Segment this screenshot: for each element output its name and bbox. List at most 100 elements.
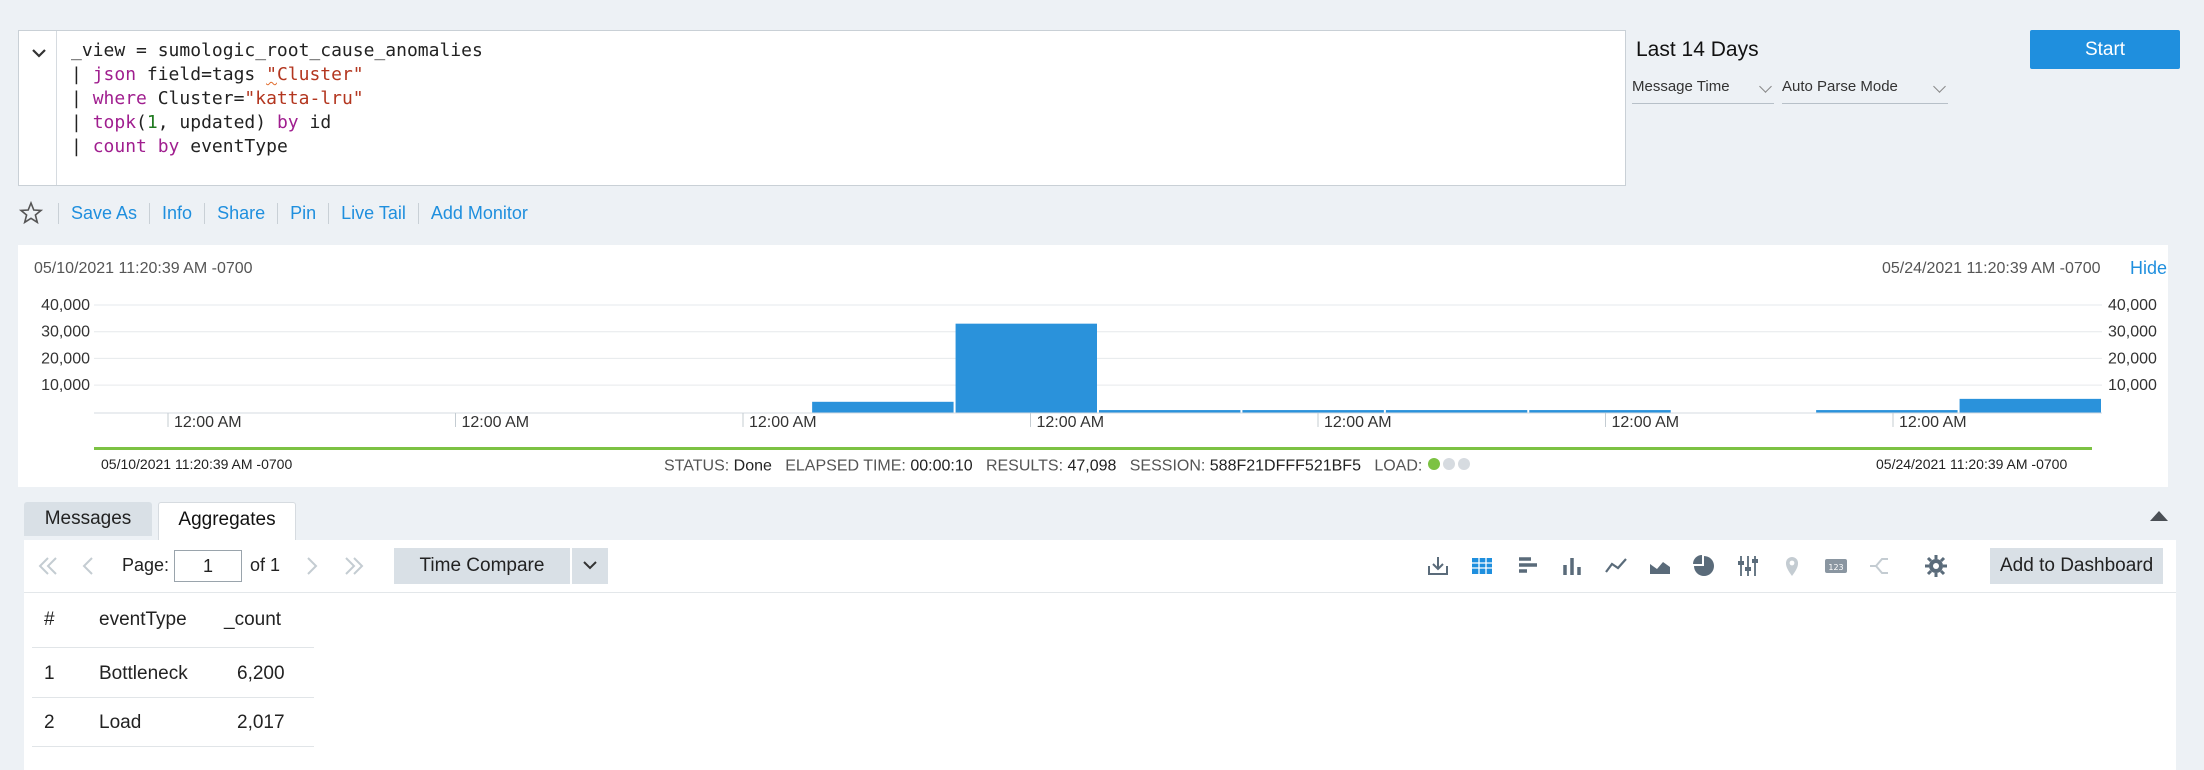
query-editor[interactable]: _view = sumologic_root_cause_anomalies | …	[18, 30, 1626, 186]
map-pin-icon[interactable]	[1778, 552, 1806, 580]
histogram-bar[interactable]	[955, 323, 1097, 413]
range-start-time: 05/10/2021 11:20:39 AM -0700	[101, 456, 293, 472]
query-token: eventType	[179, 136, 288, 157]
tab-aggregates[interactable]: Aggregates	[158, 502, 296, 543]
session-value: 588F21DFFF521BF5	[1209, 457, 1361, 475]
time-compare-button[interactable]: Time Compare	[394, 548, 570, 584]
load-label: LOAD:	[1374, 457, 1423, 475]
time-mode-select[interactable]: Message Time	[1632, 72, 1774, 104]
query-token: "katta-lru"	[244, 88, 364, 109]
results-toolbar: Page: 1 of 1 Time Compare 123 Add to Das…	[24, 540, 2176, 593]
query-token: |	[71, 88, 93, 109]
add-monitor-link[interactable]: Add Monitor	[417, 202, 540, 224]
page-label: Page:	[122, 555, 170, 575]
star-icon[interactable]	[18, 200, 44, 226]
time-range-label[interactable]: Last 14 Days	[1636, 38, 1759, 62]
y-tick-label-right: 20,000	[2108, 350, 2157, 367]
progress-bar	[94, 447, 2092, 450]
x-tick-label: 12:00 AM	[462, 414, 530, 431]
parse-mode-value: Auto Parse Mode	[1782, 78, 1898, 95]
collapse-panel-icon[interactable]	[2148, 508, 2170, 522]
x-tick-label: 12:00 AM	[1037, 414, 1105, 431]
query-token: by	[276, 112, 299, 133]
table-row[interactable]: 1 Bottleneck 6,200	[24, 648, 314, 696]
results-label: RESULTS:	[985, 457, 1064, 475]
single-value-icon[interactable]: 123	[1822, 552, 1850, 580]
results-value: 47,098	[1067, 457, 1117, 475]
gear-icon[interactable]	[1922, 552, 1950, 580]
query-text[interactable]: _view = sumologic_root_cause_anomalies | …	[71, 39, 483, 159]
query-line[interactable]: | json field=tags "Cluster"	[71, 63, 483, 87]
histogram-bar[interactable]	[1959, 398, 2101, 413]
chevron-down-icon	[1759, 80, 1772, 93]
time-compare-dropdown[interactable]	[572, 548, 608, 584]
elapsed-value: 00:00:10	[910, 457, 973, 475]
box-plot-icon[interactable]	[1734, 552, 1762, 580]
collapse-chevron-icon[interactable]	[29, 43, 49, 63]
start-button[interactable]: Start	[2030, 30, 2180, 69]
tab-messages[interactable]: Messages	[24, 502, 152, 536]
search-status-bar: STATUS: Done ELAPSED TIME: 00:00:10 RESU…	[664, 457, 1471, 476]
first-page-icon[interactable]	[36, 554, 60, 578]
download-icon[interactable]	[1424, 552, 1452, 580]
pie-chart-icon[interactable]	[1690, 552, 1718, 580]
chevron-down-icon	[1933, 80, 1946, 93]
x-tick-label: 12:00 AM	[1612, 414, 1680, 431]
row-index: 1	[44, 663, 55, 684]
live-tail-link[interactable]: Live Tail	[328, 202, 418, 224]
query-line[interactable]: | topk(1, updated) by id	[71, 111, 483, 135]
table-view-icon[interactable]	[1468, 552, 1496, 580]
line-chart-icon[interactable]	[1602, 552, 1630, 580]
aggregates-panel: Page: 1 of 1 Time Compare 123 Add to Das…	[24, 540, 2176, 770]
chevron-down-icon	[583, 561, 597, 570]
page-number-input[interactable]: 1	[174, 550, 242, 582]
add-to-dashboard-button[interactable]: Add to Dashboard	[1990, 548, 2164, 584]
info-link[interactable]: Info	[149, 202, 204, 224]
y-tick-label-left: 10,000	[41, 377, 90, 394]
status-label: STATUS:	[664, 457, 730, 475]
row-eventtype: Bottleneck	[99, 663, 188, 684]
row-eventtype: Load	[99, 712, 142, 733]
row-index: 2	[44, 712, 55, 733]
elapsed-label: ELAPSED TIME:	[785, 457, 906, 475]
last-page-icon[interactable]	[342, 554, 366, 578]
sankey-icon[interactable]	[1866, 552, 1894, 580]
query-line[interactable]: | count by eventType	[71, 135, 483, 159]
query-line[interactable]: | where Cluster="katta-lru"	[71, 87, 483, 111]
query-token: json	[92, 64, 137, 85]
status-value: Done	[733, 457, 772, 475]
area-chart-icon[interactable]	[1646, 552, 1674, 580]
query-token: Cluster=	[146, 88, 245, 109]
query-token: , updated)	[157, 112, 277, 133]
load-indicator	[1427, 457, 1471, 476]
query-token: "	[266, 64, 277, 85]
y-tick-label-left: 20,000	[41, 350, 90, 367]
histogram-bar[interactable]	[812, 401, 954, 413]
svg-text:123: 123	[1828, 563, 1843, 572]
bar-chart-icon[interactable]	[1514, 552, 1542, 580]
page-count: of 1	[250, 555, 281, 575]
editor-gutter	[19, 31, 57, 185]
query-token: |	[71, 136, 93, 157]
x-tick-label: 12:00 AM	[749, 414, 817, 431]
table-row[interactable]: 2 Load 2,017	[24, 698, 314, 746]
pin-link[interactable]: Pin	[277, 202, 328, 224]
share-link[interactable]: Share	[204, 202, 277, 224]
column-header-index: #	[44, 609, 55, 630]
y-tick-label-right: 30,000	[2108, 324, 2157, 341]
parse-mode-select[interactable]: Auto Parse Mode	[1782, 72, 1948, 104]
column-header-eventtype[interactable]: eventType	[99, 609, 187, 631]
x-tick-label: 12:00 AM	[174, 414, 242, 431]
column-chart-icon[interactable]	[1558, 552, 1586, 580]
save-as-link[interactable]: Save As	[58, 202, 149, 224]
query-line[interactable]: _view = sumologic_root_cause_anomalies	[71, 39, 483, 63]
histogram-chart: 40,000 40,000 30,000 30,000 20,000 20,000 10,0…	[41, 297, 2157, 431]
y-tick-label-right: 10,000	[2108, 377, 2157, 394]
y-tick-label-left: 30,000	[41, 324, 90, 341]
query-token: _view = sumologic_root_cause_anomalies	[71, 40, 483, 61]
query-token: |	[71, 64, 93, 85]
column-header-count[interactable]: _count	[224, 609, 281, 631]
next-page-icon[interactable]	[304, 554, 320, 578]
previous-page-icon[interactable]	[80, 554, 96, 578]
query-token: |	[71, 112, 93, 133]
